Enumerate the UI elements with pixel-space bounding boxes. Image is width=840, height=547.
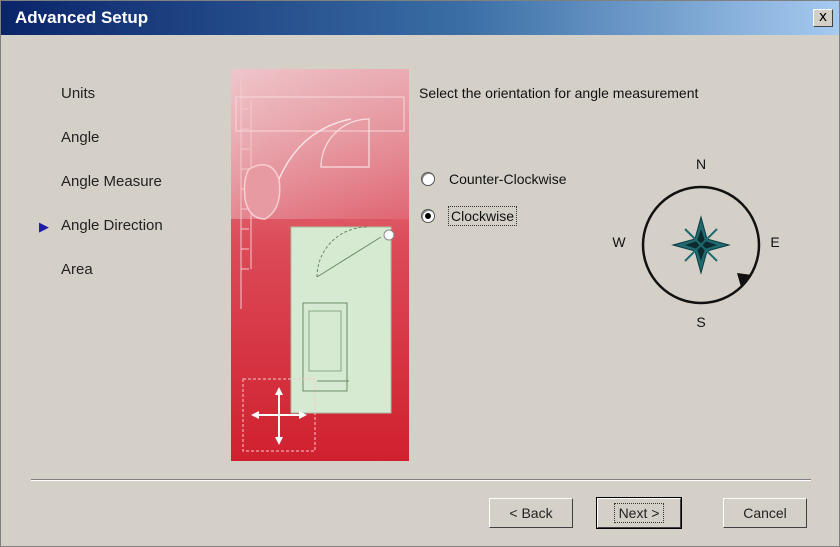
step-units: Units	[31, 85, 163, 129]
step-area: Area	[31, 261, 163, 305]
counter-clockwise-label[interactable]: Counter-Clockwise	[449, 171, 566, 187]
clockwise-label[interactable]: Clockwise	[447, 206, 518, 226]
compass-north-label: N	[696, 156, 706, 172]
button-separator	[31, 479, 811, 481]
clockwise-radio[interactable]: Clockwise	[421, 206, 518, 226]
cancel-button[interactable]: Cancel	[723, 498, 807, 528]
step-angle-direction: ▶ Angle Direction	[31, 217, 163, 261]
step-label: Area	[61, 261, 93, 278]
advanced-setup-dialog: Advanced Setup x Units Angle Angle Measu…	[0, 0, 840, 547]
compass-south-label: S	[696, 314, 705, 330]
step-label: Units	[61, 85, 96, 102]
compass-west-label: W	[612, 234, 626, 250]
title-bar: Advanced Setup x	[1, 1, 839, 35]
back-button[interactable]: < Back	[489, 498, 573, 528]
window-title: Advanced Setup	[15, 8, 149, 27]
radio-unchecked-icon[interactable]	[421, 172, 435, 186]
compass-diagram: N E S W	[612, 156, 779, 330]
compass-star-icon	[671, 215, 731, 275]
current-step-arrow-icon: ▶	[39, 219, 49, 234]
wizard-illustration	[231, 69, 409, 461]
next-button[interactable]: Next >	[596, 497, 682, 529]
radio-checked-icon[interactable]	[421, 209, 435, 223]
back-button-label[interactable]: < Back	[505, 504, 556, 522]
step-label: Angle	[61, 129, 100, 146]
step-label: Angle Direction	[61, 217, 163, 234]
step-angle-measure: Angle Measure	[31, 173, 163, 217]
step-angle: Angle	[31, 129, 163, 173]
step-label: Angle Measure	[61, 173, 162, 190]
wizard-steps: Units Angle Angle Measure ▶ Angle Directi…	[31, 85, 163, 305]
next-button-label[interactable]: Next >	[613, 503, 665, 523]
cancel-button-label[interactable]: Cancel	[739, 504, 791, 522]
orientation-prompt: Select the orientation for angle measure…	[419, 85, 699, 101]
close-button[interactable]: x	[813, 9, 833, 27]
counter-clockwise-radio[interactable]: Counter-Clockwise	[421, 171, 566, 187]
compass-east-label: E	[770, 234, 779, 250]
